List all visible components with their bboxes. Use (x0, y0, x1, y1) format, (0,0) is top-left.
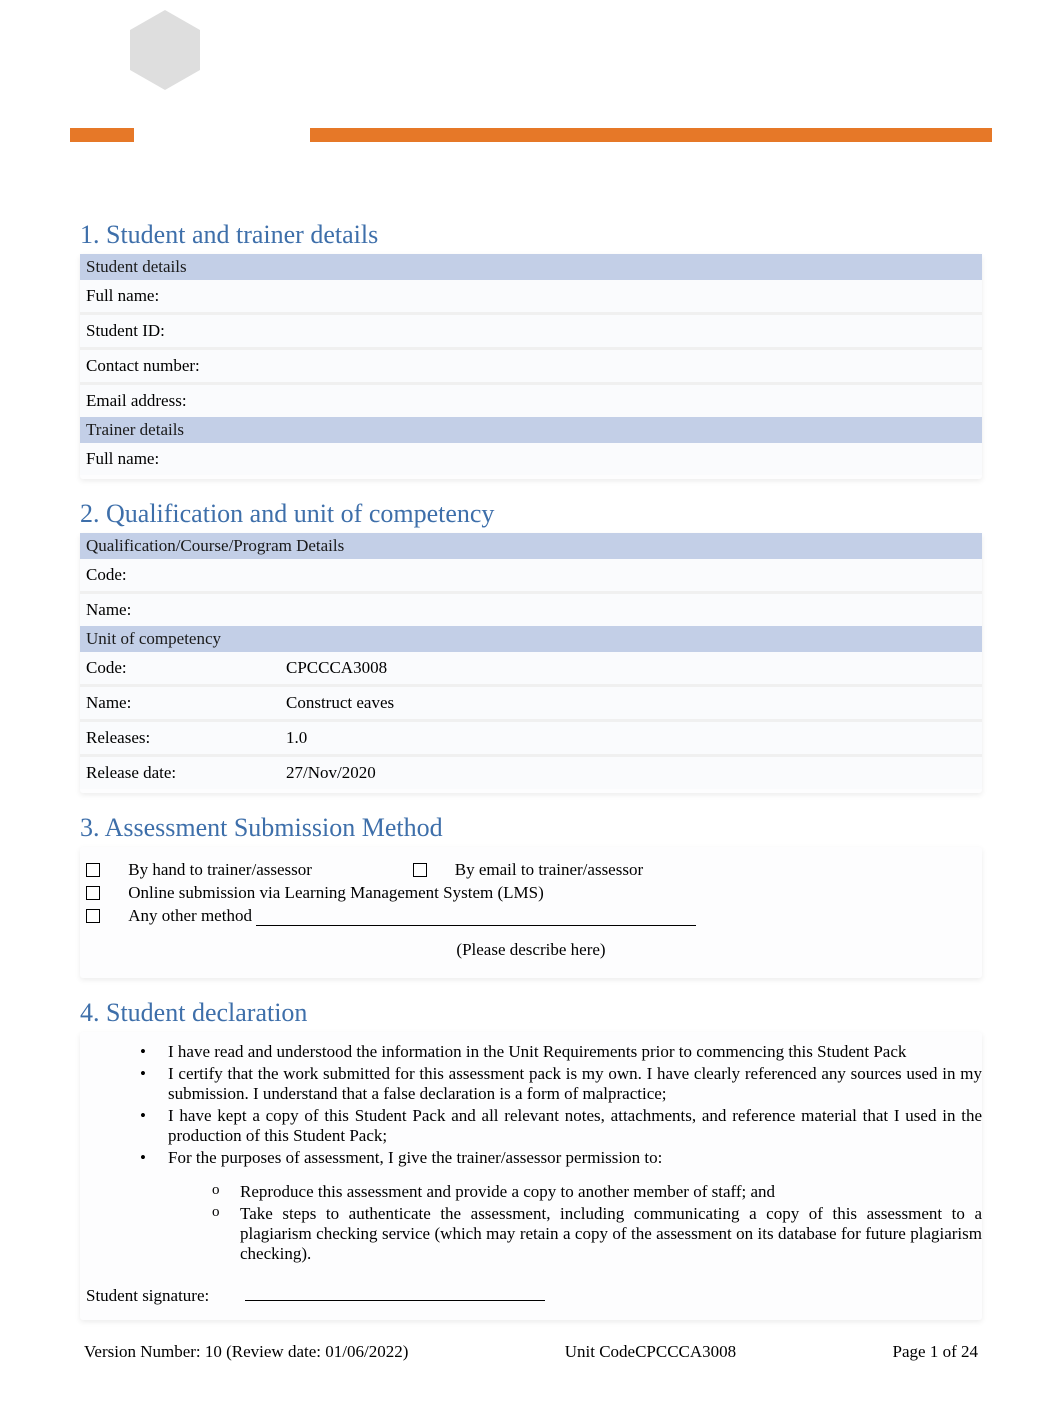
studentid-value[interactable] (280, 315, 982, 350)
declaration-bullet-1: I have read and understood the informati… (140, 1042, 982, 1062)
by-hand-label: By hand to trainer/assessor (128, 860, 388, 880)
header-faded-text (562, 85, 982, 125)
declaration-subbullet-2: Take steps to authenticate the assessmen… (212, 1204, 982, 1264)
trainer-details-header: Trainer details (80, 417, 982, 443)
submission-row-3: Any other method (86, 905, 976, 926)
accent-bar-large (310, 128, 992, 142)
studentid-label: Student ID: (80, 315, 280, 350)
releases-label: Releases: (80, 722, 280, 757)
footer-unitcode: Unit CodeCPCCCA3008 (565, 1342, 736, 1362)
trainer-fullname-label: Full name: (80, 443, 280, 475)
fullname-label: Full name: (80, 280, 280, 315)
online-label: Online submission via Learning Managemen… (128, 883, 544, 903)
section-3-title: 3. Assessment Submission Method (80, 813, 982, 843)
trainer-fullname-value[interactable] (280, 443, 982, 475)
declaration-bullets: I have read and understood the informati… (80, 1042, 982, 1264)
unit-name-value: Construct eaves (280, 687, 982, 722)
fullname-value[interactable] (280, 280, 982, 315)
contact-label: Contact number: (80, 350, 280, 385)
qualification-header: Qualification/Course/Program Details (80, 533, 982, 559)
section-student-trainer: 1. Student and trainer details Student d… (80, 220, 982, 479)
checkbox-by-hand[interactable] (86, 863, 100, 877)
unit-code-value: CPCCCA3008 (280, 652, 982, 687)
declaration-bullet-4-text: For the purposes of assessment, I give t… (168, 1148, 662, 1167)
declaration-subbullet-1: Reproduce this assessment and provide a … (212, 1182, 982, 1202)
signature-row: Student signature: (86, 1286, 982, 1306)
unit-header: Unit of competency (80, 626, 982, 652)
signature-line[interactable] (245, 1300, 545, 1301)
qual-code-value[interactable] (280, 559, 982, 594)
student-details-table: Full name: Student ID: Contact number: E… (80, 280, 982, 417)
section-declaration: 4. Student declaration I have read and u… (80, 998, 982, 1320)
declaration-bullet-4: For the purposes of assessment, I give t… (140, 1148, 982, 1264)
section-2-title: 2. Qualification and unit of competency (80, 499, 982, 529)
checkbox-online[interactable] (86, 886, 100, 900)
releases-value: 1.0 (280, 722, 982, 757)
accent-bar-small (70, 128, 134, 142)
student-details-header: Student details (80, 254, 982, 280)
reldate-value: 27/Nov/2020 (280, 757, 982, 789)
trainer-details-table: Full name: (80, 443, 982, 475)
footer-version: Version Number: 10 (Review date: 01/06/2… (84, 1342, 408, 1362)
describe-hint: (Please describe here) (80, 940, 982, 960)
section-4-title: 4. Student declaration (80, 998, 982, 1028)
signature-label: Student signature: (86, 1286, 209, 1305)
unit-code-label: Code: (80, 652, 280, 687)
declaration-subbullets: Reproduce this assessment and provide a … (168, 1182, 982, 1264)
email-label: Email address: (80, 385, 280, 417)
checkbox-by-email[interactable] (413, 863, 427, 877)
contact-value[interactable] (280, 350, 982, 385)
qual-code-label: Code: (80, 559, 280, 594)
section-1-title: 1. Student and trainer details (80, 220, 982, 250)
section-qualification: 2. Qualification and unit of competency … (80, 499, 982, 793)
qual-name-label: Name: (80, 594, 280, 626)
other-method-input[interactable] (256, 925, 696, 926)
section-submission-method: 3. Assessment Submission Method By hand … (80, 813, 982, 978)
unit-table: Code: CPCCCA3008 Name: Construct eaves R… (80, 652, 982, 789)
qualification-table: Code: Name: (80, 559, 982, 626)
footer-page: Page 1 of 24 (893, 1342, 978, 1362)
qual-name-value[interactable] (280, 594, 982, 626)
unit-name-label: Name: (80, 687, 280, 722)
page-header (0, 0, 1062, 170)
email-value[interactable] (280, 385, 982, 417)
page-footer: Version Number: 10 (Review date: 01/06/2… (80, 1342, 982, 1362)
checkbox-other[interactable] (86, 909, 100, 923)
shield-icon (130, 10, 200, 90)
other-label: Any other method (128, 906, 252, 926)
submission-row-2: Online submission via Learning Managemen… (86, 882, 976, 903)
declaration-bullet-3: I have kept a copy of this Student Pack … (140, 1106, 982, 1146)
reldate-label: Release date: (80, 757, 280, 789)
submission-row-1: By hand to trainer/assessor By email to … (86, 859, 976, 880)
declaration-bullet-2: I certify that the work submitted for th… (140, 1064, 982, 1104)
by-email-label: By email to trainer/assessor (455, 860, 643, 880)
